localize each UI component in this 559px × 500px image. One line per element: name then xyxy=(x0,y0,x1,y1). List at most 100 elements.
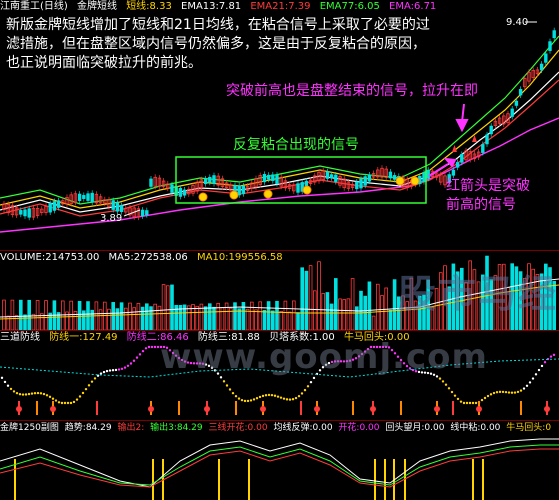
sandao-dot xyxy=(63,401,67,405)
volume-bar xyxy=(325,292,330,330)
volume-bar xyxy=(275,300,279,330)
sandao-dot xyxy=(522,387,526,390)
sandao-dot xyxy=(81,391,85,395)
volume-bar xyxy=(333,278,338,330)
sandao-dot xyxy=(84,387,88,391)
volume-bar xyxy=(31,313,36,330)
sandao-dot xyxy=(36,391,40,395)
repeat-glue-annotation: 反复粘合出现的信号 xyxy=(233,137,359,153)
red-arrow-annotation-line1: 红箭头是突破 xyxy=(446,178,530,194)
sandao-dot xyxy=(90,380,94,383)
sandao-dot xyxy=(531,377,535,380)
sandao-dot xyxy=(492,391,496,395)
volume-bar xyxy=(90,309,95,330)
jinpan-signal-bar xyxy=(218,459,220,500)
sandao-dot xyxy=(12,390,16,393)
sandao-dot xyxy=(51,397,55,400)
sandao-dot xyxy=(549,355,553,358)
sandao-dot xyxy=(156,345,160,349)
sandao-dot xyxy=(471,401,475,405)
volume-bar xyxy=(107,308,111,330)
sandao-dot xyxy=(150,345,154,349)
volume-bar xyxy=(119,302,124,330)
jinpan-signal-bar xyxy=(482,459,484,500)
sandao-dot xyxy=(240,398,244,402)
volume-bar xyxy=(270,310,275,330)
volume-bar xyxy=(132,307,137,330)
sandao-dot xyxy=(48,395,52,399)
sandao-dot xyxy=(450,390,454,394)
sandao-signal-bar xyxy=(352,401,354,415)
sandao-dot xyxy=(258,395,262,399)
volume-bar xyxy=(2,299,6,330)
sandao-dot xyxy=(105,369,109,373)
sandao-dot xyxy=(18,392,22,396)
volume-bar xyxy=(149,306,153,330)
sandao-dot xyxy=(459,400,463,403)
jinpan-panel[interactable]: 金牌1250副图 趋势:84.29 输出2: 输出3:84.29 三线开花:0.… xyxy=(0,421,559,500)
jinpan-signal-bar xyxy=(374,459,376,500)
red-arrow-markers xyxy=(452,135,477,152)
price-panel[interactable]: 江南重工(日线) 金牌短线 短线:8.33 EMA13:7.81 EMA21:7… xyxy=(0,0,559,250)
sandao-panel[interactable]: 三道防线 防线一:127.49 防线二:86.46 防线三:81.88 贝塔系数… xyxy=(0,331,559,420)
sandao-dot xyxy=(270,393,274,397)
sandao-dot xyxy=(255,397,259,400)
sandao-dot xyxy=(486,394,490,398)
sandao-dot xyxy=(138,353,142,356)
volume-bar xyxy=(111,302,116,330)
sandao-dot xyxy=(501,390,505,394)
sandao-dot xyxy=(246,399,250,403)
volume-bar xyxy=(23,314,27,330)
sandao-dot xyxy=(231,391,235,395)
sandao-dot xyxy=(252,398,256,401)
sandao-dot xyxy=(510,391,514,394)
volume-bar xyxy=(144,303,149,330)
sandao-signal-dot xyxy=(204,406,210,412)
volume-bar xyxy=(153,303,158,330)
sandao-dot xyxy=(135,356,139,359)
magenta-arrows xyxy=(428,103,469,177)
sandao-dot xyxy=(279,396,283,399)
volume-bar xyxy=(367,281,372,330)
sandao-signal-bar xyxy=(36,401,38,415)
sandao-dot xyxy=(9,387,13,391)
sandao-dot xyxy=(309,380,313,384)
sandao-signal-bar xyxy=(178,401,180,415)
volume-bar xyxy=(249,301,254,330)
volume-bar xyxy=(212,306,216,330)
sandao-dot xyxy=(534,373,538,376)
volume-panel[interactable]: VOLUME:214753.00 MA5:272538.06 MA10:1995… xyxy=(0,251,559,330)
volume-bar xyxy=(346,298,351,330)
sandao-dot xyxy=(552,353,556,357)
volume-bar xyxy=(312,290,317,330)
sandao-dot xyxy=(285,398,289,401)
volume-bar xyxy=(27,299,31,330)
jinpan-signal-bar xyxy=(384,459,386,500)
volume-bar xyxy=(203,306,208,330)
sandao-dot xyxy=(72,400,76,404)
sandao-dot xyxy=(132,359,136,362)
volume-bar xyxy=(254,309,258,330)
jinpan-signal-bar xyxy=(248,459,250,500)
sandao-dot xyxy=(306,385,310,388)
volume-bar xyxy=(103,301,107,330)
sandao-signal-dot xyxy=(16,406,22,412)
volume-bar xyxy=(380,295,384,330)
volume-bar xyxy=(262,309,267,330)
volume-bar xyxy=(350,278,355,330)
sandao-dot xyxy=(297,394,301,398)
volume-bar xyxy=(61,300,65,330)
volume-bar xyxy=(161,284,166,330)
sandao-dot xyxy=(474,401,478,405)
explain-line-3: 也正说明面临突破拉升的前兆。 xyxy=(6,55,202,71)
volume-bar xyxy=(6,315,10,330)
sandao-dot xyxy=(78,395,82,398)
sandao-dot xyxy=(543,361,547,364)
volume-bar xyxy=(371,315,376,330)
sandao-dot xyxy=(141,349,145,353)
sandao-dot xyxy=(243,399,247,403)
volume-bar xyxy=(77,300,82,330)
sandao-dot xyxy=(120,367,124,370)
sandao-dot xyxy=(456,397,460,401)
sandao-dot xyxy=(276,395,280,398)
